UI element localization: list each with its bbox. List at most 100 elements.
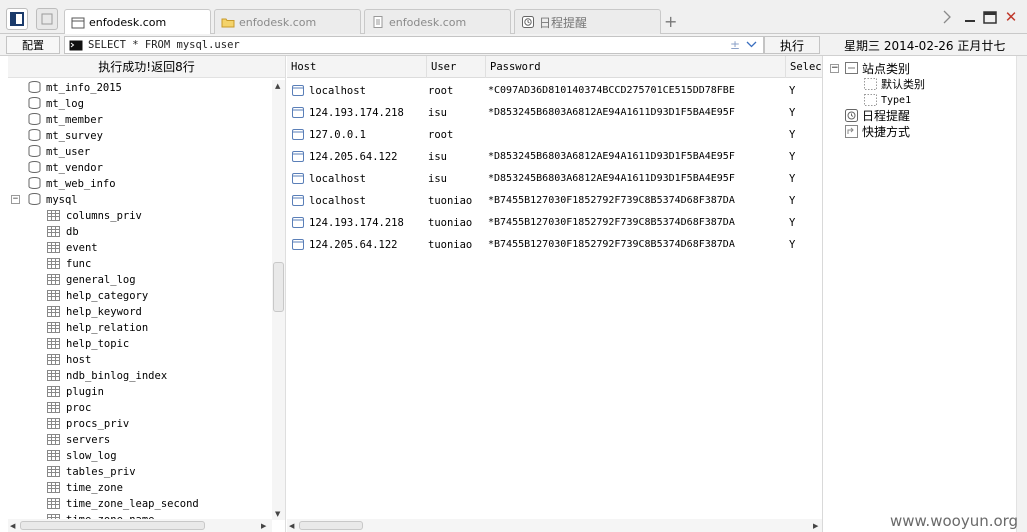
- close-icon: ✕: [1004, 8, 1018, 26]
- schedule-node[interactable]: 日程提醒: [845, 107, 910, 123]
- sidebar-panel-icon: [10, 12, 24, 26]
- tree-table-item[interactable]: time_zone: [8, 480, 270, 496]
- tree-table-item[interactable]: help_relation: [8, 320, 270, 336]
- chevron-down-icon[interactable]: [746, 38, 757, 50]
- tree-table-item[interactable]: help_topic: [8, 336, 270, 352]
- tree-table-item[interactable]: tables_priv: [8, 464, 270, 480]
- tree-table-item[interactable]: event: [8, 240, 270, 256]
- column-header-host[interactable]: Host: [287, 56, 427, 78]
- table-row[interactable]: 124.193.174.218 isu *D853245B6803A6812AE94…: [287, 102, 822, 124]
- column-header-select-priv[interactable]: Select_priv: [786, 56, 822, 78]
- tree-table-item[interactable]: servers: [8, 432, 270, 448]
- collapse-toggle[interactable]: −: [830, 63, 839, 73]
- minimize-button[interactable]: [961, 8, 979, 26]
- tree-table-item[interactable]: func: [8, 256, 270, 272]
- table-row[interactable]: 124.205.64.122 tuoniao *B7455B127030F18527…: [287, 234, 822, 256]
- tree-table-item[interactable]: ndb_binlog_index: [8, 368, 270, 384]
- scrollbar-thumb[interactable]: [273, 262, 284, 312]
- tree-database-item[interactable]: mt_user: [8, 144, 270, 160]
- tree-database-item[interactable]: mt_vendor: [8, 160, 270, 176]
- table-label: general_log: [66, 274, 136, 286]
- result-grid-panel: Host User Password Select_priv localhost…: [287, 56, 823, 532]
- table-icon: [47, 418, 60, 429]
- column-header-password[interactable]: Password: [486, 56, 786, 78]
- table-icon: [47, 322, 60, 333]
- type1-label: Type1: [881, 94, 912, 106]
- record-icon: [292, 239, 304, 250]
- table-row[interactable]: localhost tuoniao *B7455B127030F1852792F73…: [287, 190, 822, 212]
- tab-schedule[interactable]: 日程提醒: [514, 9, 661, 34]
- table-label: time_zone_leap_second: [66, 498, 199, 510]
- cell-password: *D853245B6803A6812AE94A1611D93D1F5BA4E95…: [488, 173, 735, 184]
- tree-database-item[interactable]: mt_web_info: [8, 176, 270, 192]
- sql-query-input[interactable]: SELECT * FROM mysql.user ±: [64, 36, 764, 54]
- table-label: help_relation: [66, 322, 149, 334]
- tree-table-item[interactable]: proc: [8, 400, 270, 416]
- right-panel-scrollbar[interactable]: [1016, 56, 1027, 532]
- scrollbar-thumb[interactable]: [20, 521, 205, 530]
- table-row[interactable]: localhost root *C097AD36D810140374BCCD2757…: [287, 80, 822, 102]
- table-label: ndb_binlog_index: [66, 370, 168, 382]
- table-row[interactable]: 127.0.0.1 root Y: [287, 124, 822, 146]
- scroll-right-icon[interactable]: ▶: [813, 522, 818, 530]
- tab-enfodesk-1[interactable]: enfodesk.com: [64, 9, 211, 35]
- scroll-down-icon[interactable]: ▼: [275, 510, 280, 518]
- database-label: mysql: [46, 194, 78, 206]
- tree-table-item[interactable]: procs_priv: [8, 416, 270, 432]
- scroll-left-icon[interactable]: ◀: [289, 522, 294, 530]
- database-label: mt_vendor: [46, 162, 103, 174]
- tree-table-item[interactable]: columns_priv: [8, 208, 270, 224]
- plus-minus-icon[interactable]: ±: [730, 38, 740, 52]
- tree-table-item[interactable]: plugin: [8, 384, 270, 400]
- tree-database-item[interactable]: mt_member: [8, 112, 270, 128]
- database-label: mt_user: [46, 146, 91, 158]
- tree-table-item[interactable]: help_keyword: [8, 304, 270, 320]
- tab-enfodesk-2[interactable]: enfodesk.com: [214, 9, 361, 34]
- tree-table-item[interactable]: host: [8, 352, 270, 368]
- default-category-label: 默认类别: [881, 78, 925, 91]
- table-icon: [47, 274, 60, 285]
- default-category-node[interactable]: 默认类别: [864, 76, 925, 92]
- tree-database-item[interactable]: mt_log: [8, 96, 270, 112]
- table-label: time_zone: [66, 482, 123, 494]
- close-button[interactable]: ✕: [1002, 8, 1020, 26]
- table-row[interactable]: 124.193.174.218 tuoniao *B7455B127030F1852…: [287, 212, 822, 234]
- window-layout-button[interactable]: [36, 8, 58, 30]
- cell-select-priv: Y: [789, 85, 796, 97]
- execute-button[interactable]: 执行: [764, 36, 820, 54]
- new-tab-button[interactable]: +: [664, 12, 677, 31]
- tree-horizontal-scrollbar[interactable]: ◀ ▶: [8, 519, 272, 532]
- tab-bar: enfodesk.com enfodesk.com enfodesk.com 日…: [0, 0, 1027, 35]
- scroll-left-icon[interactable]: ◀: [10, 522, 15, 530]
- watermark-text: www.wooyun.org: [890, 512, 1019, 530]
- table-row[interactable]: 124.205.64.122 isu *D853245B6803A6812AE94A…: [287, 146, 822, 168]
- column-header-user[interactable]: User: [427, 56, 486, 78]
- maximize-button[interactable]: [981, 8, 999, 26]
- tree-table-item[interactable]: help_category: [8, 288, 270, 304]
- tab-enfodesk-3[interactable]: enfodesk.com: [364, 9, 511, 34]
- shortcut-node[interactable]: 快捷方式: [845, 123, 910, 139]
- scroll-right-icon[interactable]: ▶: [261, 522, 266, 530]
- cell-host: localhost: [309, 195, 366, 207]
- tree-table-item[interactable]: slow_log: [8, 448, 270, 464]
- tree-database-item[interactable]: mt_info_2015: [8, 80, 270, 96]
- table-icon: [47, 466, 60, 477]
- cell-password: *B7455B127030F1852792F739C8B5374D68F387D…: [488, 239, 735, 250]
- table-row[interactable]: localhost isu *D853245B6803A6812AE94A1611D…: [287, 168, 822, 190]
- config-button[interactable]: 配置: [6, 36, 60, 54]
- site-category-node[interactable]: − 站点类别: [830, 60, 910, 76]
- collapse-toggle[interactable]: −: [11, 195, 20, 204]
- scrollbar-thumb[interactable]: [299, 521, 363, 530]
- shortcut-label: 快捷方式: [862, 124, 911, 139]
- scroll-up-icon[interactable]: ▲: [275, 82, 280, 90]
- chevron-right-button[interactable]: [938, 8, 956, 26]
- tree-database-item[interactable]: mt_survey: [8, 128, 270, 144]
- grid-horizontal-scrollbar[interactable]: ◀ ▶: [287, 519, 822, 532]
- tree-table-item[interactable]: time_zone_leap_second: [8, 496, 270, 512]
- tree-vertical-scrollbar[interactable]: ▲ ▼: [272, 80, 285, 520]
- tree-database-item-expanded[interactable]: − mysql: [8, 192, 270, 208]
- tree-table-item[interactable]: general_log: [8, 272, 270, 288]
- table-icon: [47, 386, 60, 397]
- tree-table-item[interactable]: db: [8, 224, 270, 240]
- panel-toggle-button[interactable]: [6, 8, 28, 30]
